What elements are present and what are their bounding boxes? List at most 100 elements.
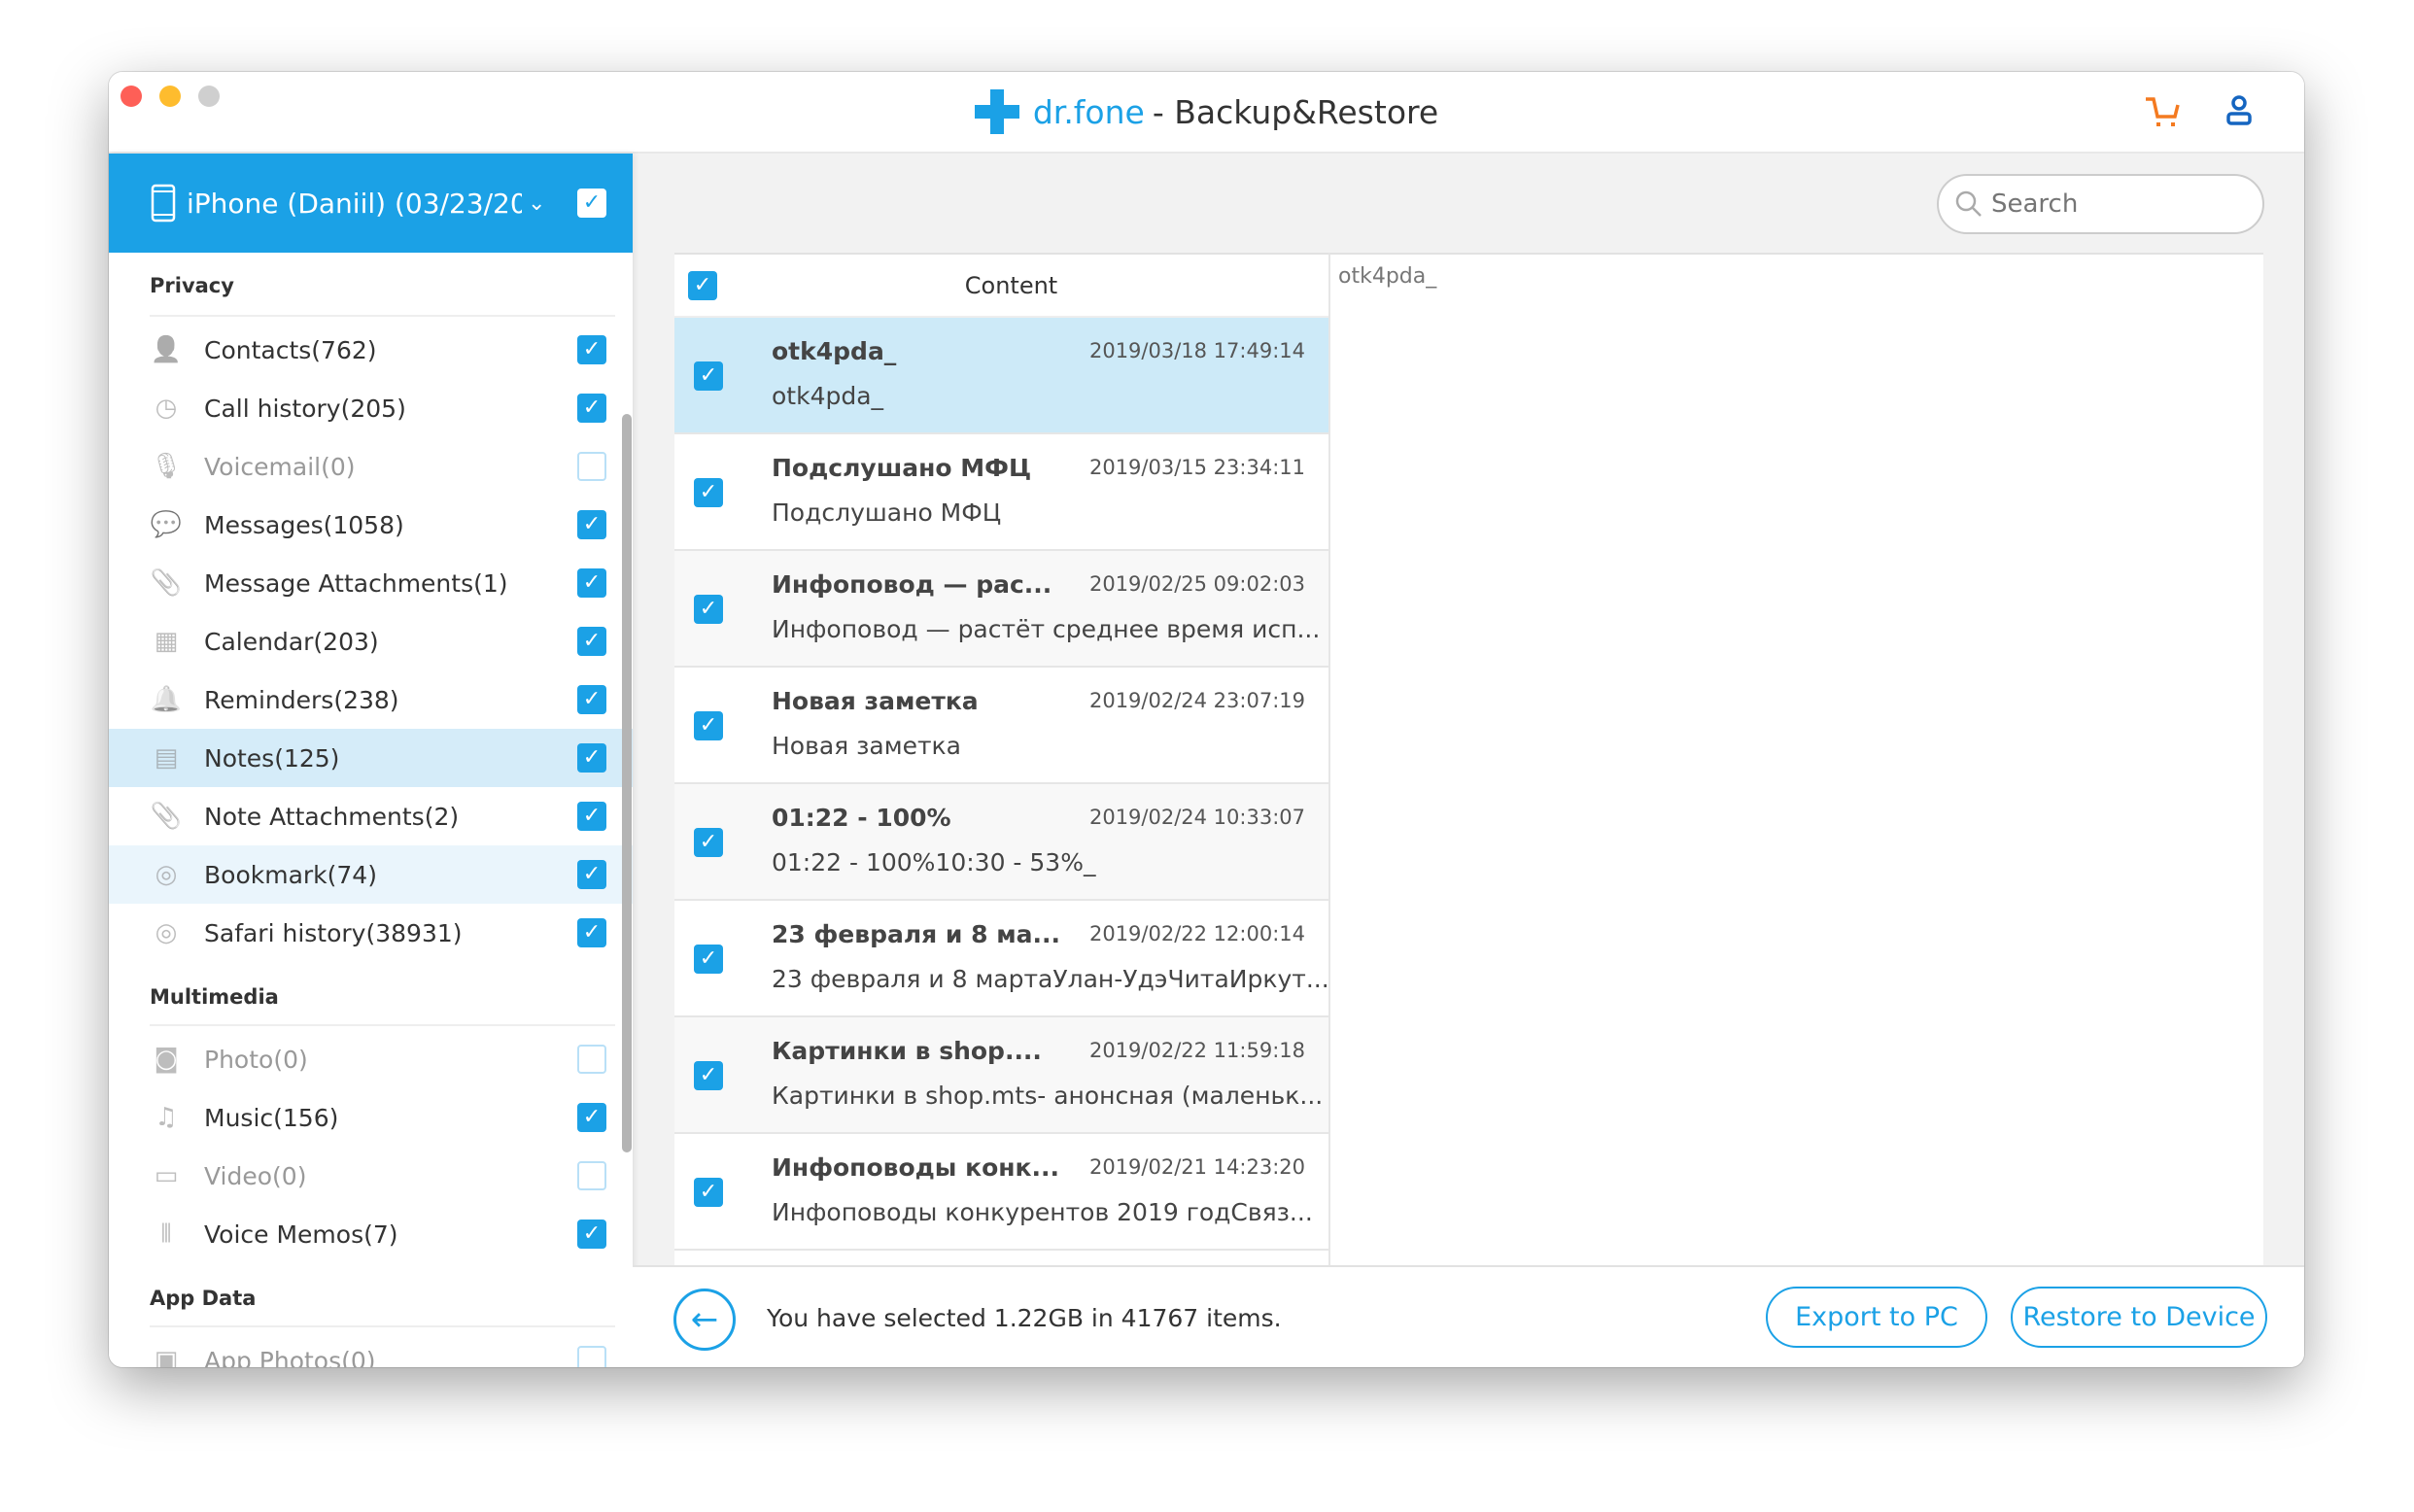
sidebar-item-checkbox[interactable]: ✓: [577, 1103, 606, 1132]
sidebar-item[interactable]: ◎ Bookmark(74) ✓: [109, 845, 633, 904]
sidebar-item-checkbox[interactable]: ✓: [577, 743, 606, 773]
note-date: 2019/02/22 11:59:18: [1088, 1039, 1305, 1062]
table-row[interactable]: ✓ Инфоповоды конк... 2019/02/21 14:23:20…: [674, 1134, 1328, 1251]
chevron-down-icon[interactable]: ⌄: [528, 191, 545, 216]
row-checkbox[interactable]: ✓: [694, 1178, 723, 1207]
sidebar-item-label: Music(156): [204, 1103, 339, 1132]
sidebar-item-checkbox[interactable]: ✓: [577, 627, 606, 656]
sidebar-item[interactable]: ◷ Call history(205) ✓: [109, 379, 633, 437]
phone-icon: [151, 184, 176, 223]
table-row[interactable]: ✓ Новая заметка 2019/02/24 23:07:19 Нова…: [674, 668, 1328, 784]
sidebar-item-label: Messages(1058): [204, 510, 404, 539]
sidebar-item-label: Notes(125): [204, 743, 340, 773]
section-title: Multimedia: [150, 985, 279, 1009]
sidebar-item-checkbox[interactable]: ✓: [577, 1220, 606, 1249]
sidebar-item-checkbox[interactable]: [577, 1161, 606, 1190]
sidebar-item-label: App Photos(0): [204, 1346, 376, 1368]
sidebar-item-checkbox[interactable]: [577, 1045, 606, 1074]
title-bar: dr.fone - Backup&Restore: [109, 72, 2304, 154]
sidebar-item-checkbox[interactable]: ✓: [577, 568, 606, 598]
sidebar-item[interactable]: 📎 Message Attachments(1) ✓: [109, 554, 633, 612]
section-header: Multimedia: [109, 962, 633, 1030]
sidebar-item[interactable]: 📎 Note Attachments(2) ✓: [109, 787, 633, 845]
note-snippet: Новая заметка: [772, 732, 961, 760]
section-title: Privacy: [150, 274, 234, 297]
table-row[interactable]: ✓ Картинки в shop.... 2019/02/22 11:59:1…: [674, 1017, 1328, 1134]
sidebar-item[interactable]: ♫ Music(156) ✓: [109, 1088, 633, 1147]
search-box[interactable]: [1937, 174, 2264, 234]
sidebar-item[interactable]: ⦀ Voice Memos(7) ✓: [109, 1205, 633, 1263]
sidebar-item[interactable]: 💬 Messages(1058) ✓: [109, 496, 633, 554]
device-select-all-checkbox[interactable]: ✓: [577, 189, 606, 218]
camera-icon: ◙: [154, 1045, 179, 1074]
sidebar-item[interactable]: ▦ Calendar(203) ✓: [109, 612, 633, 670]
row-checkbox[interactable]: ✓: [694, 828, 723, 857]
drfone-logo-icon: [974, 89, 1019, 134]
note-title: 01:22 - 100%: [772, 804, 951, 832]
sidebar-item-checkbox[interactable]: ✓: [577, 685, 606, 714]
calendar-icon: ▦: [154, 627, 179, 656]
device-name: iPhone (Daniil) (03/23/2019): [187, 187, 522, 220]
note-date: 2019/02/24 23:07:19: [1088, 689, 1305, 712]
sidebar-item-label: Contacts(762): [204, 335, 377, 364]
brand-name: dr.fone: [1032, 92, 1145, 131]
sidebar-item-label: Voice Memos(7): [204, 1220, 398, 1249]
sidebar-item-label: Note Attachments(2): [204, 802, 460, 831]
sidebar-item[interactable]: 👤 Contacts(762) ✓: [109, 321, 633, 379]
note-snippet: 23 февраля и 8 мартаУлан-УдэЧитаИркут...: [772, 965, 1328, 993]
bell-icon: 🔔: [150, 685, 183, 714]
row-checkbox[interactable]: ✓: [694, 478, 723, 507]
sidebar-item-label: Safari history(38931): [204, 918, 463, 947]
sidebar-item-label: Reminders(238): [204, 685, 399, 714]
sidebar-item[interactable]: ▤ Notes(125) ✓: [109, 729, 633, 787]
sidebar-item[interactable]: ◎ Safari history(38931) ✓: [109, 904, 633, 962]
sidebar-item[interactable]: 🔔 Reminders(238) ✓: [109, 670, 633, 729]
table-row[interactable]: ✓ Подслушано МФЦ 2019/03/15 23:34:11 Под…: [674, 434, 1328, 551]
sidebar-item-checkbox[interactable]: ✓: [577, 394, 606, 423]
sidebar-scrollbar[interactable]: [622, 414, 632, 1152]
sidebar-item[interactable]: ◙ Photo(0): [109, 1030, 633, 1088]
back-arrow-icon[interactable]: ←: [673, 1289, 736, 1351]
user-account-icon[interactable]: [2221, 93, 2259, 132]
table-row[interactable]: ✓ 01:22 - 100% 2019/02/24 10:33:07 01:22…: [674, 784, 1328, 901]
row-checkbox[interactable]: ✓: [694, 711, 723, 740]
category-list: Privacy 👤 Contacts(762) ✓ ◷ Call history(2…: [109, 253, 633, 1367]
search-icon: [1955, 190, 1982, 217]
note-date: 2019/03/15 23:34:11: [1088, 456, 1305, 479]
section-title: App Data: [150, 1287, 257, 1310]
sidebar-item-checkbox[interactable]: ✓: [577, 802, 606, 831]
row-checkbox[interactable]: ✓: [694, 361, 723, 391]
row-checkbox[interactable]: ✓: [694, 945, 723, 974]
sidebar-item-checkbox[interactable]: [577, 452, 606, 481]
export-to-pc-button[interactable]: Export to PC: [1766, 1287, 1987, 1348]
sidebar-item-checkbox[interactable]: ✓: [577, 510, 606, 539]
note-snippet: Инфоповод — растёт среднее время исп...: [772, 615, 1321, 643]
microphone-icon: 🎙: [150, 452, 183, 481]
paperclip-icon: 📎: [150, 568, 183, 598]
device-selector[interactable]: iPhone (Daniil) (03/23/2019) ⌄ ✓: [109, 154, 633, 253]
music-note-icon: ♫: [155, 1103, 178, 1132]
sidebar-item[interactable]: ▭ Video(0): [109, 1147, 633, 1205]
video-icon: ▭: [154, 1161, 179, 1190]
sidebar-item-checkbox[interactable]: ✓: [577, 335, 606, 364]
sidebar-item-checkbox[interactable]: ✓: [577, 860, 606, 889]
sidebar-item-label: Video(0): [204, 1161, 307, 1190]
app-title: dr.fone - Backup&Restore: [109, 89, 2304, 134]
app-window: dr.fone - Backup&Restore iPhone (Daniil)…: [109, 72, 2304, 1367]
sidebar-item-checkbox[interactable]: ✓: [577, 918, 606, 947]
row-checkbox[interactable]: ✓: [694, 595, 723, 624]
sidebar-item[interactable]: 🎙 Voicemail(0): [109, 437, 633, 496]
search-input[interactable]: [1991, 189, 2234, 219]
sidebar-item[interactable]: ▣ App Photos(0): [109, 1331, 633, 1367]
table-row[interactable]: ✓ 23 февраля и 8 ма... 2019/02/22 12:00:…: [674, 901, 1328, 1017]
table-row[interactable]: ✓ otk4pda_ 2019/03/18 17:49:14 otk4pda_: [674, 318, 1328, 434]
sidebar-item-label: Photo(0): [204, 1045, 308, 1074]
note-date: 2019/02/24 10:33:07: [1088, 806, 1305, 829]
table-row[interactable]: ✓ Инфоповод — рас... 2019/02/25 09:02:03…: [674, 551, 1328, 668]
cart-icon[interactable]: [2143, 93, 2182, 132]
sidebar-item-label: Calendar(203): [204, 627, 379, 656]
restore-to-device-button[interactable]: Restore to Device: [2011, 1287, 2267, 1348]
row-checkbox[interactable]: ✓: [694, 1061, 723, 1090]
sidebar-item-checkbox[interactable]: [577, 1346, 606, 1367]
note-title: 23 февраля и 8 ма...: [772, 920, 1061, 948]
